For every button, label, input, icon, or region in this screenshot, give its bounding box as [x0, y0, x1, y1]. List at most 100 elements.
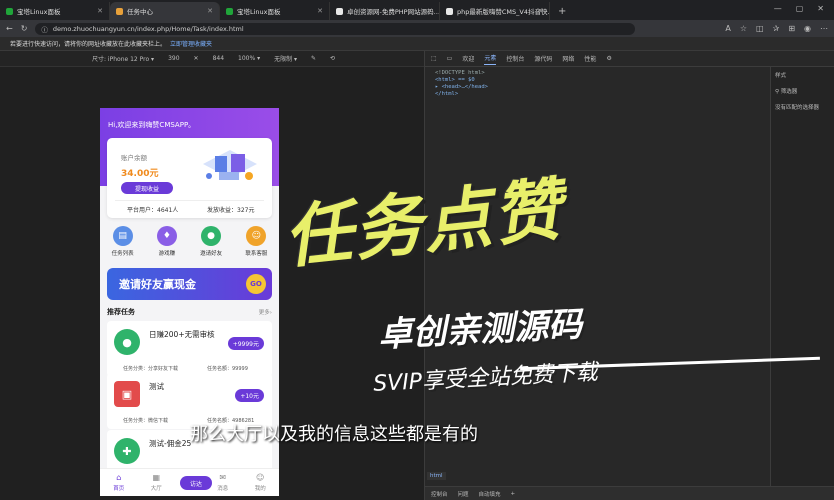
- tab-messages[interactable]: ✉ 消息: [217, 473, 228, 492]
- dom-line[interactable]: ▸ <head>…</head>: [435, 84, 824, 91]
- drawer-tab-autofill[interactable]: 自动填充: [479, 490, 501, 498]
- zoom-select[interactable]: 100% ▾: [238, 55, 260, 62]
- tab-console[interactable]: 控制台: [506, 54, 524, 63]
- browser-tab[interactable]: 宝塔Linux面板 ✕: [0, 2, 110, 20]
- menu-task-list[interactable]: ▤ 任务列表: [112, 226, 134, 257]
- tab-network[interactable]: 网络: [562, 54, 574, 63]
- tab-title: 卓创资源网-免费PHP网站源码…: [347, 8, 440, 16]
- diamond-icon: ♦: [156, 226, 177, 246]
- task-name: 日赚200+无需审核: [149, 330, 215, 339]
- infobar-text: 若要进行快速访问，请将你的网址收藏放在此收藏夹栏上。: [10, 41, 167, 48]
- tab-elements[interactable]: 元素: [484, 53, 497, 65]
- withdraw-button[interactable]: 提现收益: [121, 182, 173, 194]
- filter-row[interactable]: ⚲ 筛选器: [775, 87, 831, 95]
- browser-tab[interactable]: php最新版嗨赞CMS_V4抖音快… ✕: [440, 2, 550, 20]
- close-icon[interactable]: ✕: [537, 7, 543, 15]
- tab-mine[interactable]: ☺ 我的: [255, 473, 266, 492]
- balance-card: 账户余额 34.00元 提现收益 平台用户：4641人 发放收益：327元: [107, 138, 272, 218]
- center-action-button[interactable]: 访达: [180, 476, 212, 490]
- width-input[interactable]: 390: [168, 55, 179, 62]
- favorite-icon[interactable]: ☆: [740, 24, 747, 33]
- tab-welcome[interactable]: 欢迎: [462, 54, 474, 63]
- reload-icon[interactable]: ↻: [21, 24, 28, 33]
- device-select[interactable]: 尺寸: iPhone 12 Pro ▾: [92, 54, 154, 63]
- inspect-icon[interactable]: ⬚: [431, 55, 437, 62]
- tab-favicon: [446, 7, 453, 15]
- balance-label: 账户余额: [121, 154, 147, 162]
- rotate-icon[interactable]: ⟲: [330, 55, 335, 62]
- profile-icon[interactable]: ◉: [804, 24, 811, 33]
- close-icon[interactable]: ✕: [97, 7, 103, 15]
- close-icon[interactable]: ✕: [427, 7, 433, 15]
- image-icon: ▣: [114, 381, 140, 407]
- close-icon[interactable]: ✕: [317, 7, 323, 15]
- close-icon[interactable]: ✕: [207, 7, 213, 15]
- split-icon[interactable]: ◫: [756, 24, 764, 33]
- drawer-tab-issues[interactable]: 问题: [458, 490, 469, 498]
- quick-menu: ▤ 任务列表 ♦ 游戏赚 ● 邀请好友 ☺ 联系客服: [100, 226, 279, 257]
- mail-icon: ✉: [219, 473, 227, 482]
- tab-label: 消息: [217, 486, 229, 492]
- browser-tab[interactable]: 卓创资源网-免费PHP网站源码… ✕: [330, 2, 440, 20]
- task-price[interactable]: +9999元: [227, 337, 264, 350]
- invite-banner[interactable]: 邀请好友赢现金 GO: [107, 268, 272, 300]
- user-icon: ☺: [256, 473, 265, 482]
- balance-value: 34.00元: [121, 169, 159, 179]
- minimize-icon[interactable]: —: [774, 4, 782, 13]
- tab-performance[interactable]: 性能: [584, 54, 596, 63]
- tab-label: 首页: [113, 486, 125, 492]
- manage-favorites-link[interactable]: 立即管理收藏夹: [170, 39, 212, 48]
- dom-line[interactable]: <!DOCTYPE html>: [435, 70, 824, 77]
- menu-game[interactable]: ♦ 游戏赚: [156, 226, 177, 257]
- settings-icon[interactable]: ⚙: [606, 55, 611, 62]
- clipboard-icon: ▤: [112, 226, 133, 246]
- touch-icon[interactable]: ✎: [311, 55, 316, 62]
- users-stat: 平台用户：4641人: [127, 207, 179, 214]
- browser-tab-active[interactable]: 任务中心 ✕: [110, 2, 220, 20]
- menu-support[interactable]: ☺ 联系客服: [245, 226, 267, 257]
- tab-title: 宝塔Linux面板: [17, 8, 61, 16]
- tab-sources[interactable]: 源代码: [534, 54, 552, 63]
- isometric-illustration: [203, 150, 257, 180]
- browser-tab[interactable]: 宝塔Linux面板 ✕: [220, 2, 330, 20]
- menu-invite[interactable]: ● 邀请好友: [200, 226, 222, 257]
- menu-label: 任务列表: [111, 251, 134, 257]
- read-aloud-icon[interactable]: A: [725, 24, 730, 33]
- new-tab-icon[interactable]: +: [558, 6, 566, 17]
- favorites-icon[interactable]: ✰: [773, 24, 780, 33]
- tab-home[interactable]: ⌂ 首页: [113, 473, 124, 492]
- maximize-icon[interactable]: ▢: [796, 4, 804, 13]
- styles-tab[interactable]: 样式: [775, 71, 831, 79]
- user-icon: ●: [201, 226, 222, 246]
- task-card[interactable]: ● 日赚200+无需审核 +9999元 任务分类：分享好友下载 任务名额：999…: [107, 321, 272, 377]
- device-icon[interactable]: ▭: [447, 55, 453, 62]
- filter-input[interactable]: 筛选器: [781, 89, 798, 95]
- go-badge: GO: [246, 274, 266, 294]
- dom-line[interactable]: </html>: [435, 91, 824, 98]
- address-bar-row: ← ↻ ⓘ demo.zhuochuangyun.cn/index.php/Ho…: [0, 20, 834, 37]
- window-controls: — ▢ ✕: [764, 0, 834, 17]
- toolbar-right: A ☆ ◫ ✰ ⊞ ◉ ⋯: [725, 24, 828, 33]
- tab-title: 宝塔Linux面板: [237, 8, 281, 16]
- height-input[interactable]: 844: [213, 55, 224, 62]
- divider: [115, 200, 264, 201]
- task-price[interactable]: +10元: [235, 389, 264, 402]
- breadcrumb[interactable]: html: [427, 472, 446, 480]
- more-link[interactable]: 更多›: [259, 308, 272, 316]
- menu-label: 邀请好友: [200, 251, 223, 257]
- menu-label: 游戏赚: [158, 251, 176, 257]
- menu-label: 联系客服: [245, 251, 268, 257]
- close-window-icon[interactable]: ✕: [817, 4, 824, 13]
- dom-line[interactable]: <html> == $0: [435, 77, 824, 84]
- collections-icon[interactable]: ⊞: [788, 24, 795, 33]
- add-tab-icon[interactable]: +: [511, 491, 516, 497]
- url-field[interactable]: ⓘ demo.zhuochuangyun.cn/index.php/Home/T…: [35, 22, 636, 35]
- throttle-select[interactable]: 无限制 ▾: [274, 54, 297, 63]
- task-name: 测试-佣金25: [149, 439, 192, 448]
- drawer-tab-console[interactable]: 控制台: [431, 490, 448, 498]
- url-text: demo.zhuochuangyun.cn/index.php/Home/Tas…: [52, 24, 244, 33]
- devtools-drawer: 控制台 问题 自动填充 +: [425, 486, 834, 500]
- back-icon[interactable]: ←: [6, 24, 13, 33]
- tab-hall[interactable]: ▦ 大厅: [151, 473, 162, 492]
- menu-icon[interactable]: ⋯: [820, 24, 828, 33]
